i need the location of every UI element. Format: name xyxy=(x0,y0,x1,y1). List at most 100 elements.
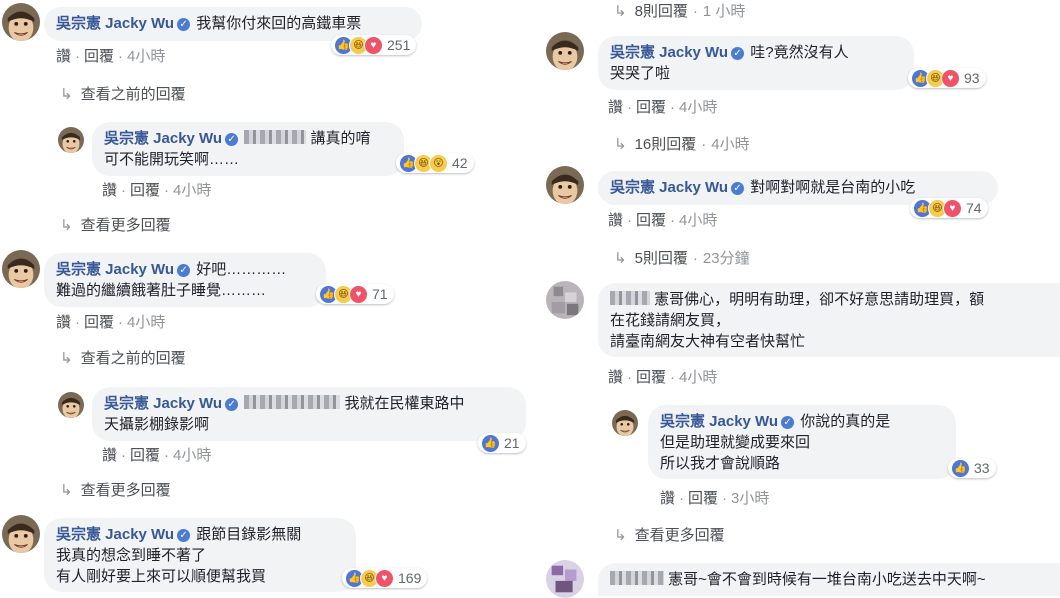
avatar-image xyxy=(2,3,40,41)
author-name[interactable]: 吳宗憲 Jacky Wu xyxy=(104,395,222,412)
like-link[interactable]: 讚 xyxy=(102,182,117,199)
view-previous-replies[interactable]: ↳ 查看之前的回覆 xyxy=(60,83,186,104)
reaction-summary[interactable]: 👍 33 xyxy=(948,458,996,478)
timestamp[interactable]: 4小時 xyxy=(127,48,165,65)
reply-text-line: 所以我才會說順路 xyxy=(660,455,781,472)
like-link[interactable]: 讚 xyxy=(608,369,623,386)
like-link[interactable]: 讚 xyxy=(56,314,71,331)
avatar[interactable] xyxy=(546,32,584,70)
reply-text-line: 講真的唷 xyxy=(310,130,371,147)
comment-bubble: 憲哥~會不會到時候有一堆台南小吃送去中天啊~ xyxy=(598,563,1060,596)
timestamp[interactable]: 4小時 xyxy=(679,369,717,386)
timestamp[interactable]: 3小時 xyxy=(731,490,769,507)
view-more-replies[interactable]: ↳ 查看更多回覆 xyxy=(614,524,725,545)
reply-link[interactable]: 回覆 xyxy=(636,369,666,386)
reaction-count: 74 xyxy=(966,200,982,216)
reply-arrow-icon: ↳ xyxy=(614,136,627,153)
reaction-summary[interactable]: 👍 😆 ♥ 169 xyxy=(342,568,428,588)
avatar[interactable] xyxy=(2,250,40,288)
author-name[interactable]: 吳宗憲 Jacky Wu xyxy=(610,44,728,61)
comment-actions: 讚 · 回覆 · 4小時 xyxy=(608,212,718,229)
reply-link[interactable]: 回覆 xyxy=(130,182,160,199)
reaction-count: 21 xyxy=(504,435,520,451)
like-link[interactable]: 讚 xyxy=(102,447,117,464)
timestamp[interactable]: 4小時 xyxy=(679,99,717,116)
author-name[interactable]: 吳宗憲 Jacky Wu xyxy=(104,130,222,147)
reaction-count: 71 xyxy=(372,286,388,302)
comment-bubble: 吳宗憲 Jacky Wu ✓ 好吧………… 難過的繼續餓著肚子睡覺……… xyxy=(44,253,326,307)
avatar[interactable] xyxy=(58,392,84,418)
comment-bubble: 憲哥佛心，明明有助理，卻不好意思請助理買，額 在花錢請網友買， 請臺南網友大神有… xyxy=(598,283,1060,357)
timestamp[interactable]: 4小時 xyxy=(173,182,211,199)
comment-text-line: 哇?竟然沒有人 xyxy=(750,44,849,61)
reply-link[interactable]: 回覆 xyxy=(84,314,114,331)
like-link[interactable]: 讚 xyxy=(660,490,675,507)
timestamp[interactable]: 4小時 xyxy=(679,212,717,229)
reaction-summary[interactable]: 👍 😆 ♥ 93 xyxy=(908,68,986,88)
avatar[interactable] xyxy=(546,166,584,204)
reaction-count: 251 xyxy=(387,37,411,53)
verified-badge-icon: ✓ xyxy=(177,18,191,31)
reaction-summary[interactable]: 👍 21 xyxy=(478,433,526,453)
comment-text: 我幫你付來回的高鐵車票 xyxy=(196,15,362,32)
avatar-image xyxy=(58,392,84,418)
author-name[interactable]: 吳宗憲 Jacky Wu xyxy=(660,413,778,430)
comment-text-line: 難過的繼續餓著肚子睡覺……… xyxy=(56,282,267,299)
reply-link[interactable]: 回覆 xyxy=(636,212,666,229)
reply-text-line: 你說的真的是 xyxy=(800,413,891,430)
verified-badge-icon: ✓ xyxy=(731,182,745,195)
timestamp[interactable]: 4小時 xyxy=(127,314,165,331)
comment-text-line: 哭哭了啦 xyxy=(610,65,671,82)
timestamp[interactable]: 4小時 xyxy=(173,447,211,464)
reaction-summary[interactable]: 👍 😆 ♥ 71 xyxy=(316,284,394,304)
author-name[interactable]: 吳宗憲 Jacky Wu xyxy=(56,261,174,278)
author-name[interactable]: 吳宗憲 Jacky Wu xyxy=(56,15,174,32)
author-name[interactable]: 吳宗憲 Jacky Wu xyxy=(610,179,728,196)
reaction-count: 42 xyxy=(452,155,468,171)
avatar-image xyxy=(546,281,584,319)
redacted-username xyxy=(610,291,650,305)
comment-actions: 讚 · 回覆 · 4小時 xyxy=(56,48,166,65)
reaction-summary[interactable]: 👍 😆 😮 42 xyxy=(396,153,474,173)
comment-text-line: 有人剛好要上來可以順便幫我買 xyxy=(56,568,267,585)
avatar-image xyxy=(546,166,584,204)
like-link[interactable]: 讚 xyxy=(56,48,71,65)
redacted-username xyxy=(610,571,664,585)
avatar[interactable] xyxy=(546,560,584,598)
love-reaction-icon: ♥ xyxy=(364,35,383,55)
author-name[interactable]: 吳宗憲 Jacky Wu xyxy=(56,526,174,543)
reaction-summary[interactable]: 👍 😆 ♥ 74 xyxy=(910,198,988,218)
view-more-replies[interactable]: ↳ 查看更多回覆 xyxy=(60,214,171,235)
avatar[interactable] xyxy=(2,3,40,41)
verified-badge-icon: ✓ xyxy=(177,529,191,542)
reply-link[interactable]: 回覆 xyxy=(130,447,160,464)
love-reaction-icon: ♥ xyxy=(941,68,960,88)
view-replies-link[interactable]: ↳ 16則回覆 · 4小時 xyxy=(614,133,750,154)
view-replies-link[interactable]: ↳ 8則回覆 · 1 小時 xyxy=(614,0,745,21)
reply-bubble: 吳宗憲 Jacky Wu ✓ 你說的真的是 但是助理就變成要來回 所以我才會說順路 xyxy=(648,405,956,479)
reply-text-line: 我就在民權東路中 xyxy=(344,395,465,412)
comment-bubble: 吳宗憲 Jacky Wu ✓ 哇?竟然沒有人 哭哭了啦 xyxy=(598,36,914,90)
comment-text: 憲哥~會不會到時候有一堆台南小吃送去中天啊~ xyxy=(668,571,986,588)
reaction-summary[interactable]: 👍 😆 ♥ 251 xyxy=(331,35,417,55)
reply-actions: 讚 · 回覆 · 3小時 xyxy=(660,490,770,507)
reply-link[interactable]: 回覆 xyxy=(84,48,114,65)
avatar-image xyxy=(546,560,584,598)
avatar[interactable] xyxy=(2,515,40,553)
view-replies-link[interactable]: ↳ 5則回覆 · 23分鐘 xyxy=(614,247,750,268)
avatar[interactable] xyxy=(58,127,84,153)
reply-link[interactable]: 回覆 xyxy=(688,490,718,507)
reply-arrow-icon: ↳ xyxy=(60,350,73,367)
view-previous-replies[interactable]: ↳ 查看之前的回覆 xyxy=(60,347,186,368)
reply-text-line: 可不能開玩笑啊…… xyxy=(104,151,240,168)
comment-text-line: 跟節目錄影無關 xyxy=(196,526,302,543)
avatar[interactable] xyxy=(546,281,584,319)
love-reaction-icon: ♥ xyxy=(943,198,962,218)
timestamp: 23分鐘 xyxy=(702,250,750,267)
timestamp: 4小時 xyxy=(711,136,750,153)
view-more-replies[interactable]: ↳ 查看更多回覆 xyxy=(60,479,171,500)
reply-link[interactable]: 回覆 xyxy=(636,99,666,116)
like-link[interactable]: 讚 xyxy=(608,212,623,229)
avatar[interactable] xyxy=(612,410,638,436)
like-link[interactable]: 讚 xyxy=(608,99,623,116)
